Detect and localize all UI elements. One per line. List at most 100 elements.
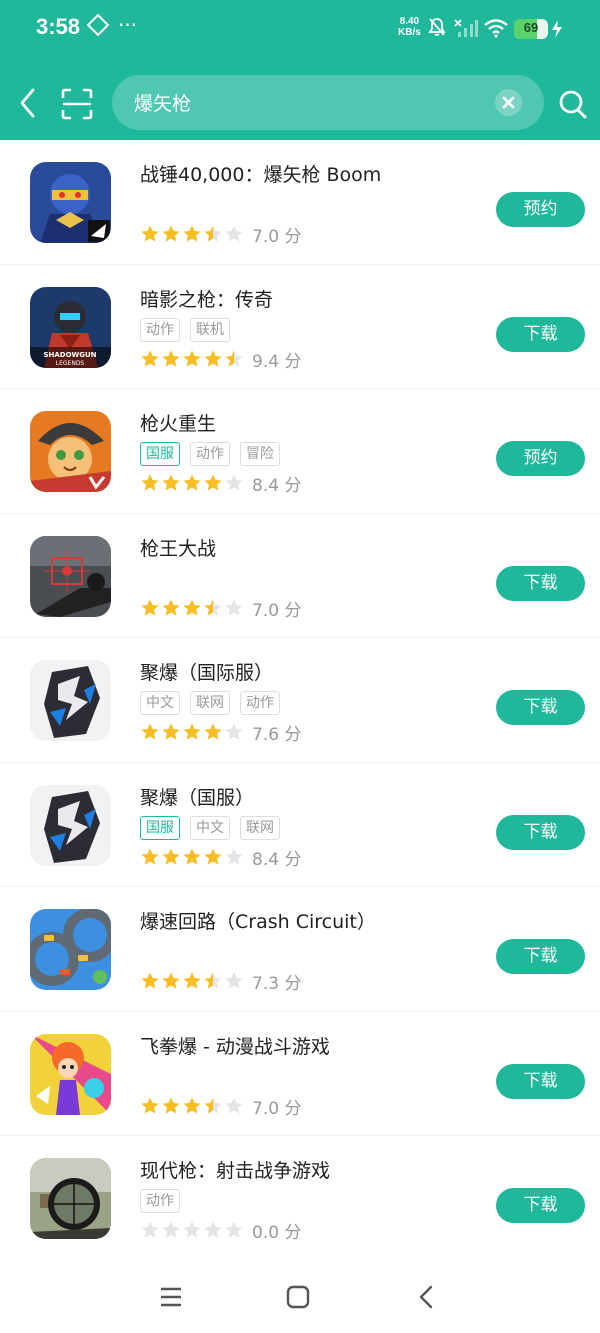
star-icon — [225, 599, 243, 616]
star-icon — [183, 1221, 201, 1238]
download-button[interactable]: 下载 — [496, 690, 585, 725]
tag-list: 国服 动作 冒险 — [140, 442, 290, 466]
crash-circuit-icon[interactable] — [30, 909, 111, 990]
star-icon — [162, 225, 180, 242]
search-results-list: 战锤40,000：爆矢枪 Boom 7.0 分预约 SHADOWGUN LEGENDS… — [0, 140, 600, 1258]
result-item[interactable]: 飞拳爆 - 动漫战斗游戏 7.0 分 下载 — [0, 1012, 600, 1136]
rating-score: 9.4 分 — [252, 351, 302, 372]
clear-search-icon[interactable] — [495, 89, 522, 116]
app-title[interactable]: 战锤40,000：爆矢枪 Boom — [140, 160, 381, 187]
menu-icon[interactable] — [158, 1284, 184, 1310]
rating-score: 7.0 分 — [252, 600, 302, 621]
star-rating — [140, 722, 245, 742]
result-item[interactable]: 聚爆（国服） 国服 中文 联网 8.4 分 下载 — [0, 763, 600, 887]
star-rating — [140, 473, 245, 493]
result-item[interactable]: 现代枪：射击战争游戏 动作 0.0 分 下载 — [0, 1136, 600, 1258]
tag: 联网 — [190, 691, 230, 715]
result-item[interactable]: SHADOWGUN LEGENDS 暗影之枪：传奇 动作 联机 9.4 分 下载 — [0, 265, 600, 389]
star-icon — [162, 350, 180, 367]
tag: 动作 — [190, 442, 230, 466]
battery-level: 69 — [523, 20, 539, 35]
star-icon — [162, 972, 180, 989]
download-button[interactable]: 下载 — [496, 939, 585, 974]
anime-fighter-icon[interactable] — [30, 1033, 111, 1115]
rating-score: 8.4 分 — [252, 849, 302, 870]
result-item[interactable]: 枪王大战 7.0 分 下载 — [0, 514, 600, 638]
result-item[interactable]: 战锤40,000：爆矢枪 Boom 7.0 分 预约 — [0, 140, 600, 265]
download-button[interactable]: 下载 — [496, 565, 585, 601]
sniper-scope-icon[interactable] — [30, 535, 111, 617]
tag: 动作 — [140, 1189, 180, 1213]
tag: 国服 — [140, 815, 180, 840]
star-icon — [204, 972, 222, 989]
star-icon — [162, 474, 180, 491]
star-rating — [140, 598, 245, 618]
tag: 动作 — [140, 317, 180, 342]
implosion-mech-icon[interactable] — [30, 784, 111, 866]
app-header: 3:58 ··· 8.40 KB/s 69 — [0, 0, 600, 140]
search-input[interactable] — [134, 85, 494, 119]
download-button[interactable]: 下载 — [496, 1063, 585, 1099]
svg-text:LEGENDS: LEGENDS — [56, 360, 85, 367]
mute-bell-icon — [428, 18, 446, 36]
tag-list: 中文 联网 动作 — [140, 691, 290, 715]
star-icon — [225, 1221, 243, 1238]
result-item[interactable]: 枪火重生国服 动作 冒险 8.4 分 预约 — [0, 389, 600, 514]
tag: 动作 — [240, 691, 280, 715]
star-icon — [204, 599, 222, 616]
scan-icon[interactable] — [60, 87, 94, 121]
download-button[interactable]: 下载 — [496, 814, 585, 850]
status-bar: 3:58 ··· 8.40 KB/s 69 — [0, 0, 600, 62]
rating-score: 8.4 分 — [252, 476, 302, 496]
notification-app-icon — [86, 13, 110, 37]
network-speed-value: 8.40 — [399, 16, 420, 27]
back-arrow-icon[interactable] — [14, 86, 42, 120]
app-title[interactable]: 飞拳爆 - 动漫战斗游戏 — [140, 1032, 330, 1059]
star-icon — [162, 599, 180, 616]
star-icon — [141, 1097, 159, 1114]
star-icon — [162, 1221, 180, 1238]
result-item[interactable]: 聚爆（国际服） 中文 联网 动作 7.6 分 下载 — [0, 638, 600, 763]
star-icon — [162, 723, 180, 740]
download-button[interactable]: 下载 — [496, 316, 585, 352]
star-icon — [204, 474, 222, 491]
download-button[interactable]: 下载 — [496, 1188, 585, 1223]
tag: 中文 — [140, 691, 180, 715]
star-icon — [141, 599, 159, 616]
cat-gunslinger-icon[interactable] — [30, 411, 111, 492]
more-notifications-icon: ··· — [118, 13, 138, 37]
star-icon — [141, 225, 159, 242]
star-icon — [204, 1097, 222, 1114]
star-icon — [183, 848, 201, 865]
app-title[interactable]: 枪火重生 — [140, 409, 216, 436]
star-icon — [204, 350, 222, 367]
space-marine-icon[interactable] — [30, 162, 111, 243]
search-icon[interactable] — [558, 88, 588, 120]
app-title[interactable]: 聚爆（国服） — [140, 783, 254, 810]
rating-score: 7.0 分 — [252, 1098, 302, 1119]
wifi-icon — [484, 19, 508, 38]
star-icon — [141, 474, 159, 491]
reserve-button[interactable]: 预约 — [496, 441, 585, 476]
shadowgun-legends-icon[interactable]: SHADOWGUNLEGENDS — [30, 286, 111, 368]
app-title[interactable]: 现代枪：射击战争游戏 — [140, 1156, 330, 1183]
star-rating — [140, 224, 245, 244]
result-item[interactable]: 爆速回路（Crash Circuit） 7.3 分 下载 — [0, 887, 600, 1012]
app-title[interactable]: 枪王大战 — [140, 534, 216, 561]
rifle-scope-icon[interactable] — [30, 1158, 111, 1239]
charging-icon — [552, 20, 562, 38]
star-icon — [225, 848, 243, 865]
home-icon[interactable] — [285, 1284, 311, 1310]
implosion-mech-icon[interactable] — [30, 660, 111, 741]
star-icon — [183, 723, 201, 740]
back-icon[interactable] — [413, 1284, 439, 1310]
star-icon — [225, 350, 243, 367]
reserve-button[interactable]: 预约 — [496, 192, 585, 227]
app-title[interactable]: 爆速回路（Crash Circuit） — [140, 907, 376, 934]
tag: 冒险 — [240, 442, 280, 466]
star-icon — [141, 723, 159, 740]
app-title[interactable]: 聚爆（国际服） — [140, 658, 273, 685]
app-title[interactable]: 暗影之枪：传奇 — [140, 285, 273, 312]
star-icon — [225, 723, 243, 740]
star-icon — [225, 1097, 243, 1114]
